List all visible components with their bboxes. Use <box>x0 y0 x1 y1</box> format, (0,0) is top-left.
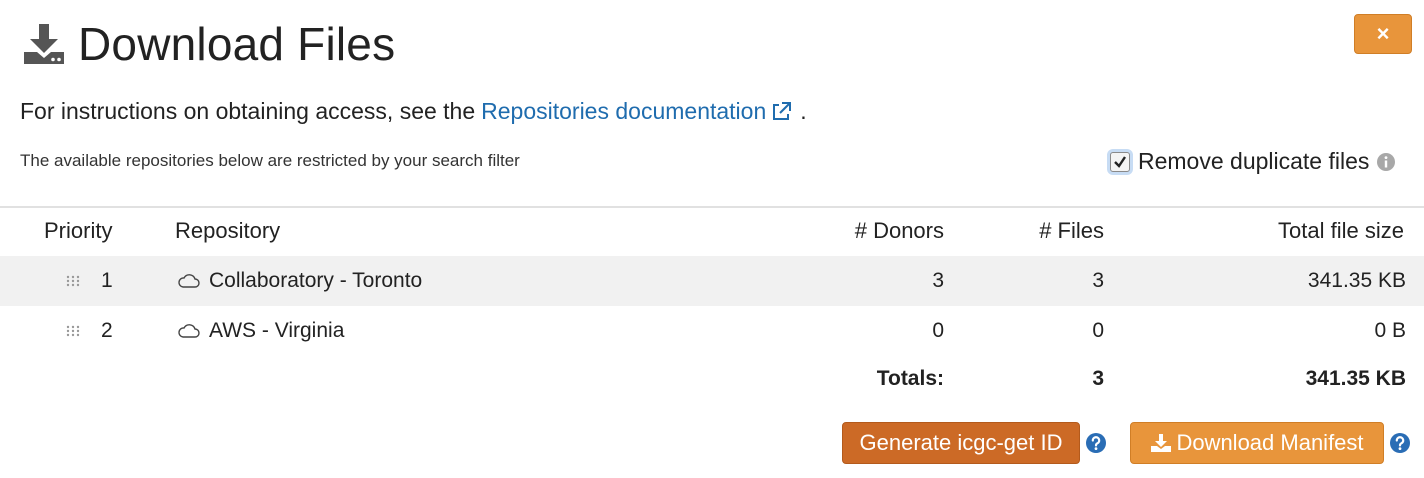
remove-duplicates-label[interactable]: Remove duplicate files <box>1138 148 1369 175</box>
size-value: 0 B <box>1374 319 1406 342</box>
drag-handle-icon[interactable] <box>66 325 80 337</box>
drag-handle-icon[interactable] <box>66 275 80 287</box>
repositories-documentation-link-text[interactable]: Repositories documentation <box>481 98 766 124</box>
column-header-total-size[interactable]: Total file size <box>1104 218 1404 244</box>
table-row[interactable]: 1 Collaboratory - Toronto 3 3 341.35 KB <box>0 256 1424 306</box>
table-top-divider <box>0 206 1424 208</box>
drag-handle[interactable] <box>66 256 80 306</box>
download-icon <box>1151 434 1172 452</box>
close-button[interactable]: × <box>1354 14 1412 54</box>
repository-name: AWS - Virginia <box>209 319 345 342</box>
totals-row: Totals: 3 341.35 KB <box>0 354 1424 404</box>
column-header-files[interactable]: # Files <box>904 218 1104 244</box>
cloud-icon <box>178 274 200 288</box>
dialog-title: Download Files <box>78 18 396 70</box>
instructions-prefix: For instructions on obtaining access, se… <box>20 98 476 124</box>
generate-icgc-get-id-button[interactable]: Generate icgc-get ID <box>842 422 1080 464</box>
restriction-note: The available repositories below are res… <box>20 151 520 170</box>
instructions-text: For instructions on obtaining access, se… <box>20 98 807 125</box>
instructions-suffix: . <box>800 98 807 124</box>
files-value: 0 <box>1092 319 1104 342</box>
download-icon <box>24 24 64 64</box>
files-value: 3 <box>1092 269 1104 292</box>
column-header-repository[interactable]: Repository <box>175 218 280 244</box>
download-manifest-label[interactable]: Download Manifest <box>1176 430 1363 456</box>
download-manifest-button[interactable]: Download Manifest <box>1130 422 1384 464</box>
column-header-priority[interactable]: Priority <box>44 218 112 244</box>
priority-value: 2 <box>101 319 113 342</box>
totals-files: 3 <box>1092 367 1104 390</box>
remove-duplicates-option[interactable]: Remove duplicate files <box>1110 148 1396 175</box>
totals-size: 341.35 KB <box>1305 367 1406 390</box>
repository-cell: Collaboratory - Toronto <box>177 256 422 306</box>
repository-cell: AWS - Virginia <box>177 306 344 356</box>
priority-value: 1 <box>101 269 113 292</box>
help-icon[interactable] <box>1085 432 1107 454</box>
dialog-header: Download Files <box>22 14 395 74</box>
size-value: 341.35 KB <box>1307 269 1406 292</box>
table-row[interactable]: 2 AWS - Virginia 0 0 0 B <box>0 306 1424 356</box>
external-link-icon[interactable] <box>770 101 792 123</box>
repositories-documentation-link[interactable]: Repositories documentation <box>481 98 766 125</box>
checkmark-icon <box>1114 155 1126 168</box>
help-icon[interactable] <box>1389 432 1411 454</box>
repository-name: Collaboratory - Toronto <box>209 269 423 292</box>
drag-handle[interactable] <box>66 306 80 356</box>
remove-duplicates-checkbox[interactable] <box>1110 151 1130 172</box>
cloud-icon <box>178 324 200 338</box>
info-icon[interactable] <box>1376 152 1396 172</box>
